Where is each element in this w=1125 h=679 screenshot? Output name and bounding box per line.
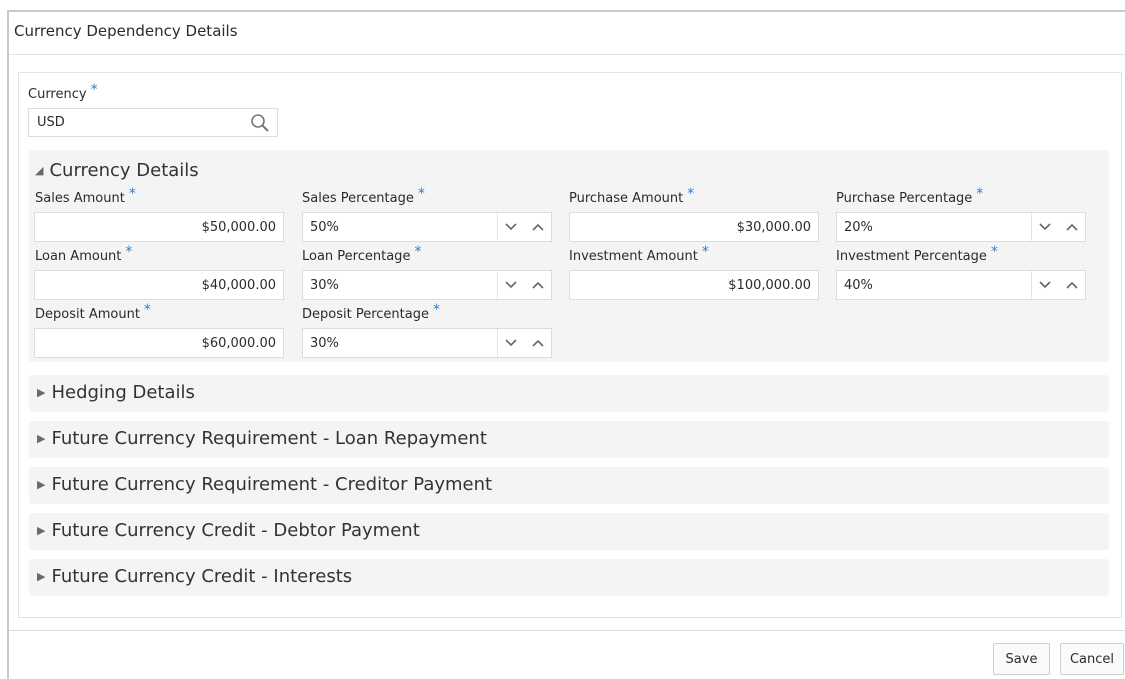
required-marker: * [414, 244, 422, 260]
loan-repayment-title: Future Currency Requirement - Loan Repay… [51, 428, 487, 449]
purchase-percentage-value: 20% [844, 220, 873, 235]
purchase-percentage-label-text: Purchase Percentage [836, 191, 973, 206]
required-marker: * [417, 186, 425, 202]
purchase-percentage-label: Purchase Percentage * [836, 186, 983, 206]
hedging-details-section[interactable]: ▶ Hedging Details [29, 375, 1109, 412]
investment-percentage-stepper[interactable]: 40% [836, 270, 1086, 300]
purchase-amount-input[interactable]: $30,000.00 [569, 212, 819, 242]
deposit-percentage-label: Deposit Percentage * [302, 302, 440, 322]
chevron-down-icon[interactable] [1031, 271, 1057, 299]
chevron-down-icon[interactable] [497, 213, 523, 241]
loan-amount-value: $40,000.00 [201, 278, 276, 293]
purchase-amount-label: Purchase Amount * [569, 186, 694, 206]
required-marker: * [990, 244, 998, 260]
currency-details-title: Currency Details [49, 160, 199, 181]
loan-repayment-section[interactable]: ▶ Future Currency Requirement - Loan Repa… [29, 421, 1109, 458]
loan-amount-label: Loan Amount * [35, 244, 132, 264]
sales-percentage-value: 50% [310, 220, 339, 235]
required-marker: * [687, 186, 695, 202]
investment-percentage-label-text: Investment Percentage [836, 249, 987, 264]
investment-amount-input[interactable]: $100,000.00 [569, 270, 819, 300]
required-marker: * [701, 244, 709, 260]
header-divider [9, 54, 1125, 55]
investment-percentage-value: 40% [844, 278, 873, 293]
deposit-percentage-stepper[interactable]: 30% [302, 328, 552, 358]
chevron-up-icon[interactable] [525, 213, 551, 241]
sales-percentage-stepper[interactable]: 50% [302, 212, 552, 242]
loan-amount-input[interactable]: $40,000.00 [34, 270, 284, 300]
save-button[interactable]: Save [993, 643, 1050, 675]
cancel-button[interactable]: Cancel [1060, 643, 1124, 675]
page-title: Currency Dependency Details [14, 22, 238, 40]
loan-percentage-label: Loan Percentage * [302, 244, 421, 264]
debtor-payment-header[interactable]: ▶ Future Currency Credit - Debtor Payment [37, 520, 420, 541]
debtor-payment-section[interactable]: ▶ Future Currency Credit - Debtor Payment [29, 513, 1109, 550]
deposit-amount-label-text: Deposit Amount [35, 307, 140, 322]
loan-percentage-label-text: Loan Percentage [302, 249, 411, 264]
chevron-up-icon[interactable] [1059, 271, 1085, 299]
interests-section[interactable]: ▶ Future Currency Credit - Interests [29, 559, 1109, 596]
purchase-amount-label-text: Purchase Amount [569, 191, 684, 206]
currency-value: USD [37, 115, 65, 130]
triangle-right-icon: ▶ [37, 432, 46, 445]
triangle-right-icon: ▶ [37, 524, 46, 537]
required-marker: * [128, 186, 136, 202]
required-marker: * [143, 302, 151, 318]
hedging-details-title: Hedging Details [51, 382, 195, 403]
deposit-amount-value: $60,000.00 [201, 336, 276, 351]
purchase-percentage-stepper[interactable]: 20% [836, 212, 1086, 242]
required-marker: * [432, 302, 440, 318]
creditor-payment-section[interactable]: ▶ Future Currency Requirement - Creditor … [29, 467, 1109, 504]
debtor-payment-title: Future Currency Credit - Debtor Payment [51, 520, 420, 541]
triangle-down-icon: ◢ [35, 164, 44, 177]
sales-percentage-label-text: Sales Percentage [302, 191, 414, 206]
sales-amount-value: $50,000.00 [201, 220, 276, 235]
chevron-down-icon[interactable] [1031, 213, 1057, 241]
chevron-up-icon[interactable] [1059, 213, 1085, 241]
interests-title: Future Currency Credit - Interests [51, 566, 353, 587]
window-top-border [7, 10, 1125, 12]
loan-percentage-stepper[interactable]: 30% [302, 270, 552, 300]
investment-amount-value: $100,000.00 [728, 278, 811, 293]
chevron-up-icon[interactable] [525, 329, 551, 357]
chevron-down-icon[interactable] [497, 329, 523, 357]
currency-label: Currency * [28, 82, 98, 102]
triangle-right-icon: ▶ [37, 478, 46, 491]
loan-amount-label-text: Loan Amount [35, 249, 122, 264]
currency-label-text: Currency [28, 87, 87, 102]
required-marker: * [90, 82, 98, 98]
deposit-percentage-value: 30% [310, 336, 339, 351]
purchase-amount-value: $30,000.00 [736, 220, 811, 235]
loan-percentage-value: 30% [310, 278, 339, 293]
sales-amount-label-text: Sales Amount [35, 191, 125, 206]
triangle-right-icon: ▶ [37, 386, 46, 399]
currency-field[interactable]: USD [28, 108, 278, 137]
investment-amount-label: Investment Amount * [569, 244, 709, 264]
required-marker: * [125, 244, 133, 260]
loan-repayment-header[interactable]: ▶ Future Currency Requirement - Loan Repa… [37, 428, 487, 449]
creditor-payment-header[interactable]: ▶ Future Currency Requirement - Creditor … [37, 474, 492, 495]
currency-details-header[interactable]: ◢ Currency Details [35, 160, 199, 181]
investment-amount-label-text: Investment Amount [569, 249, 698, 264]
creditor-payment-title: Future Currency Requirement - Creditor P… [51, 474, 493, 495]
sales-amount-input[interactable]: $50,000.00 [34, 212, 284, 242]
required-marker: * [976, 186, 984, 202]
interests-header[interactable]: ▶ Future Currency Credit - Interests [37, 566, 352, 587]
footer-divider [9, 630, 1125, 631]
sales-amount-label: Sales Amount * [35, 186, 136, 206]
deposit-percentage-label-text: Deposit Percentage [302, 307, 429, 322]
hedging-details-header[interactable]: ▶ Hedging Details [37, 382, 195, 403]
triangle-right-icon: ▶ [37, 570, 46, 583]
chevron-up-icon[interactable] [525, 271, 551, 299]
sales-percentage-label: Sales Percentage * [302, 186, 425, 206]
investment-percentage-label: Investment Percentage * [836, 244, 998, 264]
currency-details-section: ◢ Currency Details Sales Amount * Sales Pe… [29, 150, 1109, 362]
deposit-amount-input[interactable]: $60,000.00 [34, 328, 284, 358]
search-icon[interactable] [249, 112, 271, 134]
deposit-amount-label: Deposit Amount * [35, 302, 151, 322]
chevron-down-icon[interactable] [497, 271, 523, 299]
window-left-border [7, 10, 9, 679]
